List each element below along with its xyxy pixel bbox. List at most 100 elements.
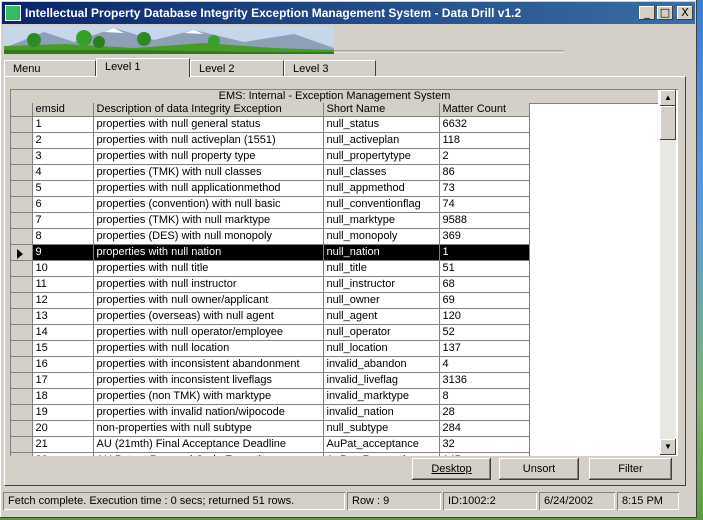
cell-emsid[interactable]: 22 [32, 452, 94, 456]
cell-description[interactable]: properties (convention) with null basic [93, 196, 324, 213]
table-row[interactable]: 10 properties with null title null_title 51 [11, 260, 530, 277]
column-header-matter-count[interactable]: Matter Count [439, 103, 530, 117]
table-row[interactable]: 6 properties (convention) with null basic… [11, 196, 530, 213]
cell-emsid[interactable]: 14 [32, 324, 94, 341]
cell-description[interactable]: properties with null operator/employee [93, 324, 324, 341]
scroll-down-icon[interactable]: ▼ [660, 439, 676, 455]
cell-short-name[interactable]: invalid_nation [323, 404, 440, 421]
cell-emsid[interactable]: 19 [32, 404, 94, 421]
cell-emsid[interactable]: 20 [32, 420, 94, 437]
cell-short-name[interactable]: null_propertytype [323, 148, 440, 165]
cell-matter-count[interactable]: 120 [439, 308, 530, 325]
row-selector[interactable] [11, 276, 33, 293]
cell-description[interactable]: properties with invalid nation/wipocode [93, 404, 324, 421]
cell-description[interactable]: properties (non TMK) with marktype [93, 388, 324, 405]
cell-description[interactable]: properties (TMK) with null classes [93, 164, 324, 181]
scroll-thumb[interactable] [660, 106, 676, 140]
cell-short-name[interactable]: null_conventionflag [323, 196, 440, 213]
cell-matter-count[interactable]: 4 [439, 356, 530, 373]
cell-matter-count[interactable]: 68 [439, 276, 530, 293]
table-row[interactable]: 8 properties (DES) with null monopoly null… [11, 228, 530, 245]
row-selector[interactable] [11, 180, 33, 197]
row-selector[interactable] [11, 292, 33, 309]
column-header-description[interactable]: Description of data Integrity Exception [93, 103, 324, 117]
row-selector[interactable] [11, 372, 33, 389]
table-row[interactable]: 1 properties with null general status null… [11, 116, 530, 133]
row-selector[interactable] [11, 324, 33, 341]
tab-menu[interactable]: Menu [4, 60, 96, 76]
cell-matter-count[interactable]: 73 [439, 180, 530, 197]
cell-matter-count[interactable]: 86 [439, 164, 530, 181]
cell-short-name[interactable]: null_monopoly [323, 228, 440, 245]
cell-matter-count[interactable]: 369 [439, 228, 530, 245]
cell-description[interactable]: properties with null owner/applicant [93, 292, 324, 309]
cell-description[interactable]: properties with inconsistent liveflags [93, 372, 324, 389]
cell-short-name[interactable]: AuPat_acceptance [323, 436, 440, 453]
cell-description[interactable]: properties with null nation [93, 244, 324, 261]
cell-short-name[interactable]: null_subtype [323, 420, 440, 437]
column-header-emsid[interactable]: emsid [32, 103, 94, 117]
cell-short-name[interactable]: null_location [323, 340, 440, 357]
cell-emsid[interactable]: 2 [32, 132, 94, 149]
cell-short-name[interactable]: null_activeplan [323, 132, 440, 149]
row-selector[interactable] [11, 388, 33, 405]
close-button[interactable]: X [677, 6, 693, 20]
cell-matter-count[interactable]: 284 [439, 420, 530, 437]
table-row[interactable]: 3 properties with null property type null_… [11, 148, 530, 165]
cell-short-name[interactable]: null_operator [323, 324, 440, 341]
cell-matter-count[interactable]: 145 [439, 452, 530, 456]
row-selector[interactable] [11, 452, 33, 456]
cell-short-name[interactable]: null_classes [323, 164, 440, 181]
row-selector[interactable] [11, 260, 33, 277]
cell-emsid[interactable]: 21 [32, 436, 94, 453]
cell-matter-count[interactable]: 32 [439, 436, 530, 453]
table-row[interactable]: 11 properties with null instructor null_in… [11, 276, 530, 293]
row-selector[interactable] [11, 244, 33, 261]
unsort-button[interactable]: Unsort [499, 458, 579, 480]
desktop-button[interactable]: Desktop [412, 458, 491, 480]
table-row[interactable]: 14 properties with null operator/employee… [11, 324, 530, 341]
cell-short-name[interactable]: null_status [323, 116, 440, 133]
cell-description[interactable]: properties with null instructor [93, 276, 324, 293]
cell-matter-count[interactable]: 118 [439, 132, 530, 149]
exception-grid[interactable]: EMS: Internal - Exception Management Sys… [10, 89, 678, 456]
cell-emsid[interactable]: 9 [32, 244, 94, 261]
cell-emsid[interactable]: 18 [32, 388, 94, 405]
cell-short-name[interactable]: null_title [323, 260, 440, 277]
row-selector[interactable] [11, 340, 33, 357]
cell-matter-count[interactable]: 9588 [439, 212, 530, 229]
cell-emsid[interactable]: 6 [32, 196, 94, 213]
maximize-button[interactable]: □ [657, 6, 673, 20]
cell-matter-count[interactable]: 137 [439, 340, 530, 357]
cell-emsid[interactable]: 12 [32, 292, 94, 309]
cell-short-name[interactable]: AuPat_Renewal [323, 452, 440, 456]
cell-short-name[interactable]: invalid_abandon [323, 356, 440, 373]
vertical-scrollbar[interactable]: ▲ ▼ [660, 90, 676, 455]
cell-matter-count[interactable]: 74 [439, 196, 530, 213]
cell-matter-count[interactable]: 1 [439, 244, 530, 261]
row-selector[interactable] [11, 116, 33, 133]
cell-emsid[interactable]: 4 [32, 164, 94, 181]
cell-description[interactable]: properties with null applicationmethod [93, 180, 324, 197]
app-icon[interactable] [5, 5, 21, 21]
cell-emsid[interactable]: 1 [32, 116, 94, 133]
row-selector[interactable] [11, 132, 33, 149]
cell-matter-count[interactable]: 52 [439, 324, 530, 341]
row-selector[interactable] [11, 196, 33, 213]
table-row[interactable]: 2 properties with null activeplan (1551) n… [11, 132, 530, 149]
row-selector[interactable] [11, 212, 33, 229]
table-row[interactable]: 17 properties with inconsistent liveflags… [11, 372, 530, 389]
cell-short-name[interactable]: null_owner [323, 292, 440, 309]
cell-matter-count[interactable]: 51 [439, 260, 530, 277]
cell-description[interactable]: properties (TMK) with null marktype [93, 212, 324, 229]
cell-emsid[interactable]: 5 [32, 180, 94, 197]
cell-matter-count[interactable]: 8 [439, 388, 530, 405]
row-selector[interactable] [11, 420, 33, 437]
cell-short-name[interactable]: invalid_marktype [323, 388, 440, 405]
cell-matter-count[interactable]: 69 [439, 292, 530, 309]
table-row[interactable]: 7 properties (TMK) with null marktype null… [11, 212, 530, 229]
table-row[interactable]: 15 properties with null location null_loca… [11, 340, 530, 357]
table-row[interactable]: 13 properties (overseas) with null agent n… [11, 308, 530, 325]
title-bar[interactable]: Intellectual Property Database Integrity… [2, 2, 695, 24]
cell-emsid[interactable]: 8 [32, 228, 94, 245]
